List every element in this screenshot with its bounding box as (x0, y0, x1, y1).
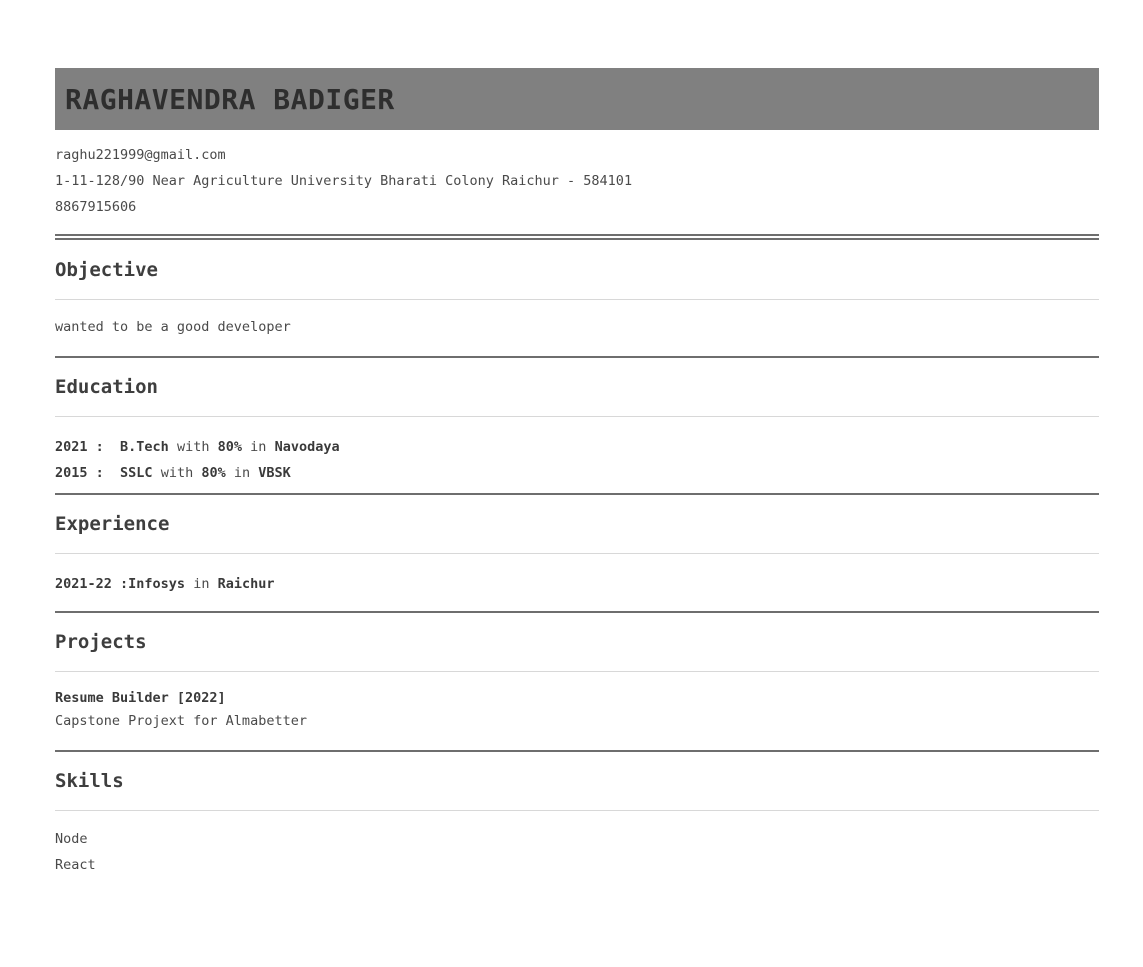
objective-text: wanted to be a good developer (55, 319, 291, 335)
education-title: Education (55, 376, 158, 398)
experience-section: Experience 2021-22 :Infosys in Raichur (55, 495, 1099, 611)
projects-title: Projects (55, 631, 147, 653)
phone-text: 8867915606 (55, 199, 137, 215)
objective-title: Objective (55, 259, 158, 281)
resume-document: RAGHAVENDRA BADIGER raghu221999@gmail.co… (55, 68, 1099, 878)
experience-in: in (193, 576, 210, 592)
skills-section: Skills Node React (55, 752, 1099, 878)
education-degree: SSLC (120, 465, 153, 481)
education-school: VBSK (258, 465, 291, 481)
education-degree: B.Tech (120, 439, 169, 455)
experience-title: Experience (55, 513, 170, 535)
address-text: 1-11-128/90 Near Agriculture University … (55, 173, 633, 189)
education-body: 2021 : B.Tech with 80% in Navodaya 2015 … (55, 417, 1099, 493)
project-description: Capstone Projext for Almabetter (55, 713, 307, 729)
education-section: Education 2021 : B.Tech with 80% in Navo… (55, 358, 1099, 493)
experience-period: 2021-22 : (55, 576, 129, 592)
education-in: in (233, 465, 251, 481)
experience-body: 2021-22 :Infosys in Raichur (55, 554, 1099, 611)
skill-item: React (55, 857, 96, 873)
education-year: 2015 : (55, 465, 104, 481)
skill-item: Node (55, 831, 88, 847)
projects-section: Projects Resume Builder [2022] Capstone … (55, 613, 1099, 750)
experience-entry: 2021-22 :Infosys in Raichur (55, 571, 1099, 597)
education-school: Navodaya (274, 439, 340, 455)
email-text: raghu221999@gmail.com (55, 147, 226, 163)
education-entry: 2015 : SSLC with 80% in VBSK (55, 460, 1099, 486)
contact-info: raghu221999@gmail.com 1-11-128/90 Near A… (55, 130, 1099, 220)
education-score: 80% (217, 439, 243, 455)
education-year: 2021 : (55, 439, 104, 455)
objective-body: wanted to be a good developer (55, 300, 1099, 356)
skills-title: Skills (55, 770, 124, 792)
education-with: with (176, 439, 210, 455)
skills-body: Node React (55, 811, 1099, 878)
education-entry: 2021 : B.Tech with 80% in Navodaya (55, 434, 1099, 460)
experience-location: Raichur (217, 576, 275, 592)
education-score: 80% (201, 465, 226, 481)
projects-body: Resume Builder [2022] Capstone Projext f… (55, 672, 1099, 750)
education-with: with (160, 465, 194, 481)
education-in: in (250, 439, 267, 455)
candidate-name: RAGHAVENDRA BADIGER (65, 82, 395, 116)
objective-section: Objective wanted to be a good developer (55, 240, 1099, 356)
project-name: Resume Builder [2022] (55, 690, 226, 706)
experience-company: Infosys (128, 576, 186, 592)
name-banner: RAGHAVENDRA BADIGER (55, 68, 1099, 130)
